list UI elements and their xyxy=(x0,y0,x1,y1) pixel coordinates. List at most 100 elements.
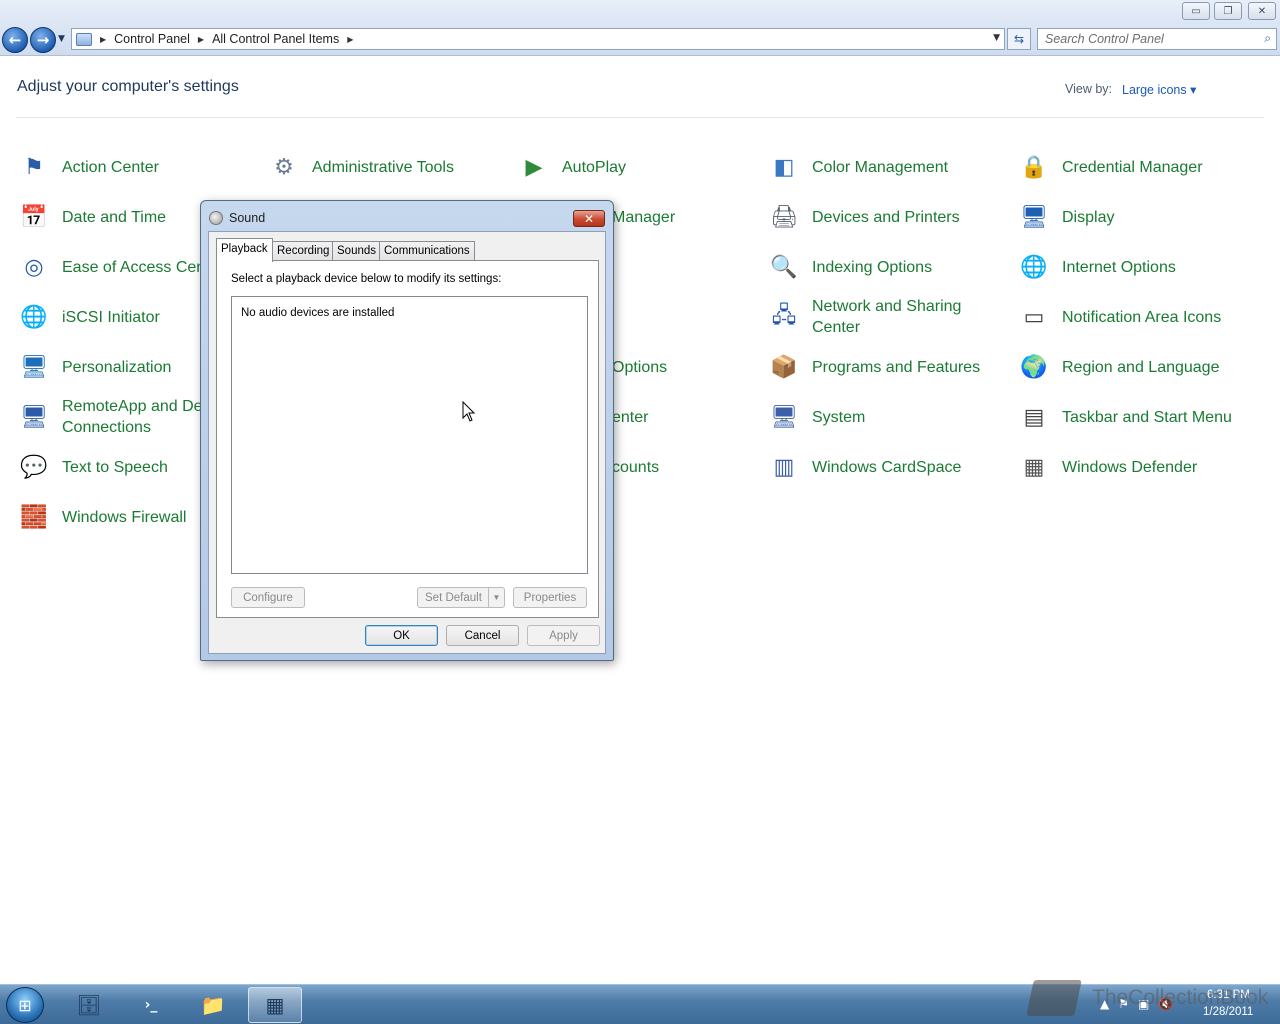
cp-item-color-management[interactable]: ◧ Color Management xyxy=(768,147,1008,187)
cp-item-devices-and-printers[interactable]: 🖨 Devices and Printers xyxy=(768,197,1008,237)
configure-button[interactable]: Configure xyxy=(231,587,305,608)
programs-and-features-icon: 📦 xyxy=(770,354,798,380)
cp-item-label: Programs and Features xyxy=(812,359,981,376)
cp-item-action-center-flag[interactable]: ⚑ Action Center xyxy=(18,147,258,187)
close-window-button[interactable]: ✕ xyxy=(1248,2,1276,20)
breadcrumb-separator-icon[interactable]: ▶ xyxy=(198,35,204,44)
cp-item-label: Internet Options xyxy=(1062,259,1176,276)
cp-item-programs-and-features[interactable]: 📦 Programs and Features xyxy=(768,347,1008,387)
cp-item-autoplay[interactable]: ▶ AutoPlay xyxy=(518,147,758,187)
cp-item-label: Credential Manager xyxy=(1062,159,1203,176)
recent-pages-dropdown[interactable]: ▼ xyxy=(58,34,65,44)
control-panel-address-icon xyxy=(76,32,92,46)
date-and-time-icon: 📅 xyxy=(20,204,48,230)
cp-item-label: Personalization xyxy=(62,359,172,376)
region-and-language-icon: 🌍 xyxy=(1020,354,1048,380)
cp-item-label: enter xyxy=(612,409,649,426)
ok-button[interactable]: OK xyxy=(365,625,438,646)
cp-item-label: counts xyxy=(612,459,660,476)
no-devices-message: No audio devices are installed xyxy=(241,307,395,319)
back-button[interactable]: ← xyxy=(2,27,28,53)
restore-button[interactable]: ❐ xyxy=(1214,2,1242,20)
playback-device-list[interactable]: No audio devices are installed xyxy=(231,296,588,574)
header-divider xyxy=(16,117,1264,118)
devices-and-printers-icon: 🖨 xyxy=(770,204,798,230)
refresh-button[interactable]: ⇆ xyxy=(1007,28,1031,50)
breadcrumb-separator-icon[interactable]: ▶ xyxy=(100,35,106,44)
cp-item-label: Manager xyxy=(612,209,676,226)
tab-recording[interactable]: Recording xyxy=(272,241,335,261)
notification-area-icon: ▭ xyxy=(1023,304,1045,330)
book-logo-icon xyxy=(1026,980,1082,1016)
minimize-button[interactable]: ▭ xyxy=(1182,2,1210,20)
indexing-options-icon: 🔍 xyxy=(770,254,798,280)
breadcrumb-separator-icon[interactable]: ▶ xyxy=(347,35,353,44)
internet-options-icon: 🌐 xyxy=(1020,254,1048,280)
cp-item-system[interactable]: 🖥 System xyxy=(768,397,1008,437)
cp-item-label: Display xyxy=(1062,209,1115,226)
display-icon: 🖥 xyxy=(1020,204,1048,230)
dialog-close-button[interactable]: ✕ xyxy=(573,210,605,227)
cp-item-region-and-language[interactable]: 🌍 Region and Language xyxy=(1018,347,1258,387)
autoplay-icon: ▶ xyxy=(525,154,543,180)
powershell-icon[interactable]: ›_ xyxy=(124,987,178,1023)
search-input[interactable]: Search Control Panel ⌕ xyxy=(1037,28,1277,50)
cp-item-label: Action Center xyxy=(62,159,159,176)
server-manager-icon[interactable]: 🗄 xyxy=(62,987,116,1023)
cp-item-network-and-sharing[interactable]: 🖧 Network and Sharing Center xyxy=(768,297,1008,337)
view-by-dropdown[interactable]: Large icons ▾ xyxy=(1122,82,1196,97)
apply-button[interactable]: Apply xyxy=(527,625,600,646)
navigation-bar: ← → ▼ ▶ Control Panel ▶ All Control Pane… xyxy=(0,24,1280,56)
playback-panel: Select a playback device below to modify… xyxy=(216,260,599,618)
cp-item-label: RemoteApp and Des Connections xyxy=(62,398,211,436)
cp-item-label: Indexing Options xyxy=(812,259,933,276)
credential-manager-icon: 🔒 xyxy=(1020,154,1048,180)
remoteapp-icon: 🖥 xyxy=(20,404,48,430)
explorer-folder-icon[interactable]: 📁 xyxy=(186,987,240,1023)
system-icon: 🖥 xyxy=(770,404,798,430)
cp-item-label: Color Management xyxy=(812,159,949,176)
address-bar[interactable]: ▶ Control Panel ▶ All Control Panel Item… xyxy=(71,28,1005,50)
cp-item-label: Text to Speech xyxy=(62,459,168,476)
tab-sounds[interactable]: Sounds xyxy=(332,241,382,261)
breadcrumb-control-panel[interactable]: Control Panel xyxy=(114,32,190,46)
properties-button[interactable]: Properties xyxy=(513,587,587,608)
cp-item-label: Date and Time xyxy=(62,209,167,226)
cp-item-label: AutoPlay xyxy=(562,159,627,176)
cp-item-notification-area[interactable]: ▭ Notification Area Icons xyxy=(1018,297,1258,337)
administrative-tools-icon: ⚙ xyxy=(274,154,294,180)
search-icon[interactable]: ⌕ xyxy=(1264,31,1271,46)
cp-item-internet-options[interactable]: 🌐 Internet Options xyxy=(1018,247,1258,287)
cp-item-windows-cardspace[interactable]: ▥ Windows CardSpace xyxy=(768,447,1008,487)
text-to-speech-icon: 💬 xyxy=(20,454,48,480)
cp-item-credential-manager[interactable]: 🔒 Credential Manager xyxy=(1018,147,1258,187)
cp-item-label: iSCSI Initiator xyxy=(62,309,160,326)
set-default-label: Set Default xyxy=(425,591,482,604)
iscsi-initiator-icon: 🌐 xyxy=(20,304,48,330)
cp-item-label: Windows Defender xyxy=(1062,459,1198,476)
cp-item-label: Ease of Access Cente xyxy=(62,259,219,276)
cp-item-windows-defender[interactable]: ▦ Windows Defender xyxy=(1018,447,1258,487)
cp-item-indexing-options[interactable]: 🔍 Indexing Options xyxy=(768,247,1008,287)
color-management-icon: ◧ xyxy=(773,154,795,180)
cp-item-label: Region and Language xyxy=(1062,359,1220,376)
tab-playback[interactable]: Playback xyxy=(216,238,273,262)
set-default-dropdown-icon[interactable]: ▼ xyxy=(488,588,504,607)
control-panel-icon[interactable]: ▦ xyxy=(248,987,302,1023)
address-dropdown-icon[interactable]: ▼ xyxy=(993,33,1000,43)
cp-item-label: Network and Sharing Center xyxy=(812,298,962,336)
set-default-button[interactable]: Set Default ▼ xyxy=(417,587,505,608)
cp-item-taskbar-and-start-menu[interactable]: ▤ Taskbar and Start Menu xyxy=(1018,397,1258,437)
forward-button[interactable]: → xyxy=(30,27,56,53)
cp-item-administrative-tools[interactable]: ⚙ Administrative Tools xyxy=(268,147,508,187)
breadcrumb-all-items[interactable]: All Control Panel Items xyxy=(212,32,339,46)
start-button[interactable]: ⊞ xyxy=(6,987,44,1023)
cancel-button[interactable]: Cancel xyxy=(446,625,519,646)
window-titlebar: ▭ ❐ ✕ xyxy=(0,0,1280,24)
mouse-pointer-icon xyxy=(462,401,476,422)
search-placeholder: Search Control Panel xyxy=(1045,32,1164,46)
cp-item-label: Windows CardSpace xyxy=(812,459,962,476)
network-and-sharing-icon: 🖧 xyxy=(771,303,797,328)
cp-item-display[interactable]: 🖥 Display xyxy=(1018,197,1258,237)
tab-communications[interactable]: Communications xyxy=(379,241,475,261)
